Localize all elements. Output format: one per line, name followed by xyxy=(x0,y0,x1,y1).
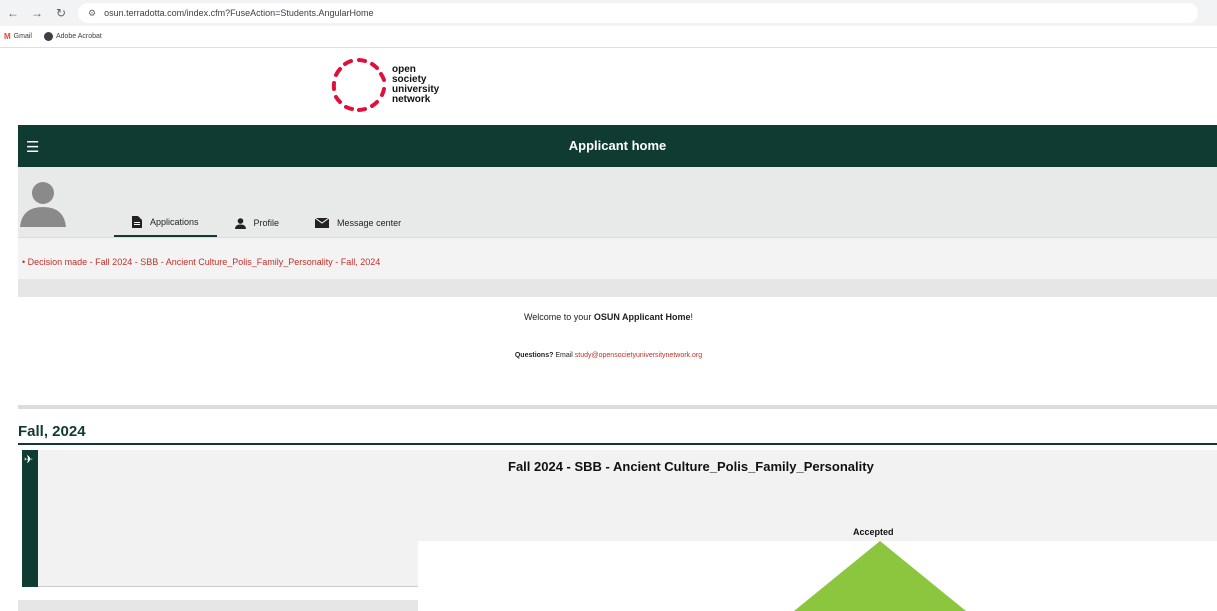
envelope-icon xyxy=(315,218,330,228)
questions-message: Questions? Email study@opensocietyuniver… xyxy=(514,352,703,359)
tab-message-center[interactable]: Message center xyxy=(297,209,419,237)
bottom-strip xyxy=(18,600,418,611)
card-accent-strip: ✈ xyxy=(22,450,38,587)
welcome-message: Welcome to your OSUN Applicant Home! xyxy=(523,312,694,322)
bookmark-gmail[interactable]: M Gmail xyxy=(4,32,32,41)
logo-circle-icon xyxy=(331,58,386,112)
document-icon xyxy=(132,216,142,228)
support-email-link[interactable]: study@opensocietyuniversitynetwork.org xyxy=(575,352,702,359)
term-heading: Fall, 2024 xyxy=(18,423,86,440)
application-title: Fall 2024 - SBB - Ancient Culture_Polis_… xyxy=(508,459,874,474)
profile-band: Applications Profile Message center xyxy=(18,167,1217,237)
tab-profile[interactable]: Profile xyxy=(217,209,298,237)
page-title: Applicant home xyxy=(568,138,667,153)
notice-band: • Decision made - Fall 2024 - SBB - Anci… xyxy=(18,237,1217,279)
accepted-status-icon xyxy=(794,541,966,611)
avatar-icon[interactable] xyxy=(18,179,68,227)
bookmark-adobe-acrobat[interactable]: Adobe Acrobat xyxy=(43,32,102,41)
term-rule xyxy=(18,443,1217,445)
browser-toolbar: ← → ↻ ⚙ osun.terradotta.com/index.cfm?Fu… xyxy=(0,0,1217,26)
status-label: Accepted xyxy=(853,527,894,537)
site-settings-icon[interactable]: ⚙ xyxy=(88,8,96,19)
back-icon[interactable]: ← xyxy=(6,6,20,20)
page-header: ☰ Applicant home xyxy=(18,125,1217,167)
osun-logo[interactable]: open society university network xyxy=(330,56,439,114)
person-icon xyxy=(234,217,246,229)
reload-icon[interactable]: ↻ xyxy=(54,6,68,20)
decision-notice-link[interactable]: • Decision made - Fall 2024 - SBB - Anci… xyxy=(22,257,380,267)
gmail-icon: M xyxy=(4,32,11,41)
forward-icon[interactable]: → xyxy=(30,6,44,20)
separator-strip xyxy=(18,279,1217,297)
tab-bar: Applications Profile Message center xyxy=(114,209,419,237)
section-divider xyxy=(18,405,1217,409)
airplane-icon: ✈ xyxy=(24,454,34,466)
tab-applications[interactable]: Applications xyxy=(114,209,217,237)
acrobat-icon xyxy=(43,32,53,41)
url-text: osun.terradotta.com/index.cfm?FuseAction… xyxy=(104,8,374,18)
bookmarks-bar: M Gmail Adobe Acrobat xyxy=(0,26,1217,48)
logo-wordmark: open society university network xyxy=(392,64,440,105)
address-bar[interactable]: ⚙ osun.terradotta.com/index.cfm?FuseActi… xyxy=(78,3,1198,23)
